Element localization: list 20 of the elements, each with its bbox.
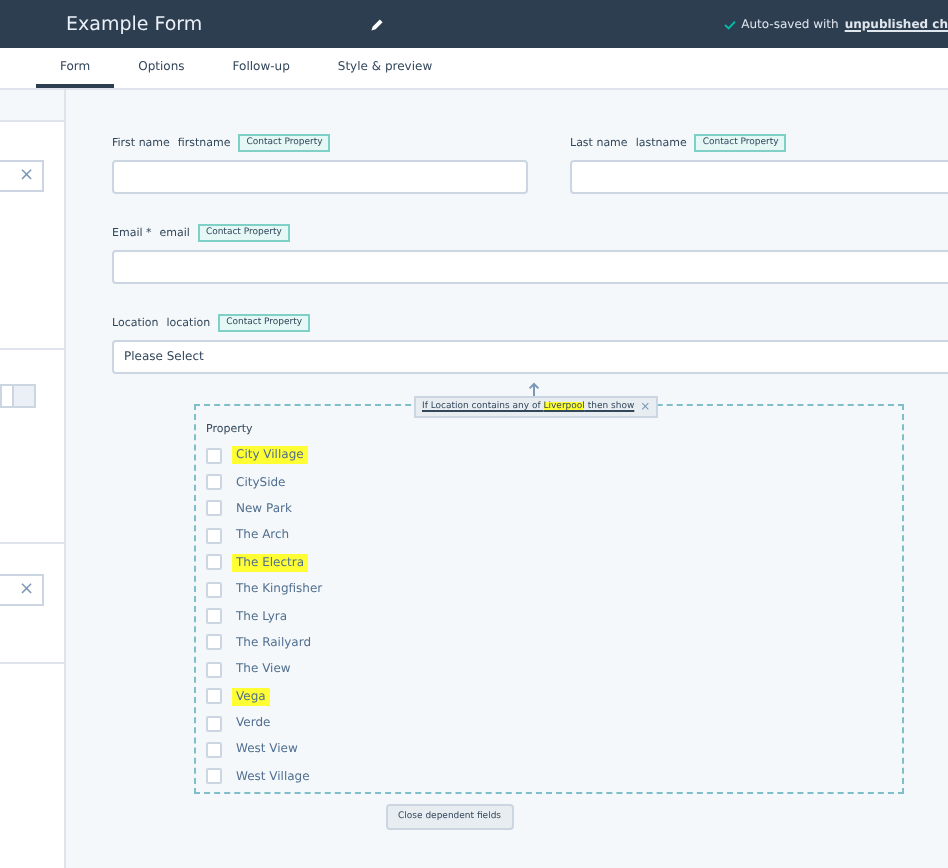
checkbox[interactable] — [206, 474, 222, 491]
checkbox[interactable] — [206, 608, 222, 625]
input-field[interactable] — [112, 160, 528, 194]
checkbox[interactable] — [206, 715, 222, 732]
checkbox[interactable] — [206, 527, 222, 544]
input-field[interactable] — [112, 250, 948, 284]
checkbox[interactable] — [206, 688, 222, 705]
toggle-icon[interactable] — [0, 384, 36, 408]
form-title: Example Form — [66, 13, 205, 35]
checkbox[interactable] — [206, 768, 222, 785]
checkbox[interactable] — [206, 741, 222, 758]
pencil-icon[interactable] — [370, 17, 384, 31]
checkbox[interactable] — [206, 661, 222, 678]
checkbox[interactable] — [206, 634, 222, 651]
checkbox[interactable] — [206, 581, 222, 598]
checkbox[interactable] — [206, 447, 222, 464]
checkbox[interactable] — [206, 500, 222, 517]
checkbox[interactable] — [206, 554, 222, 571]
check-icon — [723, 19, 736, 29]
input-field[interactable] — [570, 160, 948, 194]
